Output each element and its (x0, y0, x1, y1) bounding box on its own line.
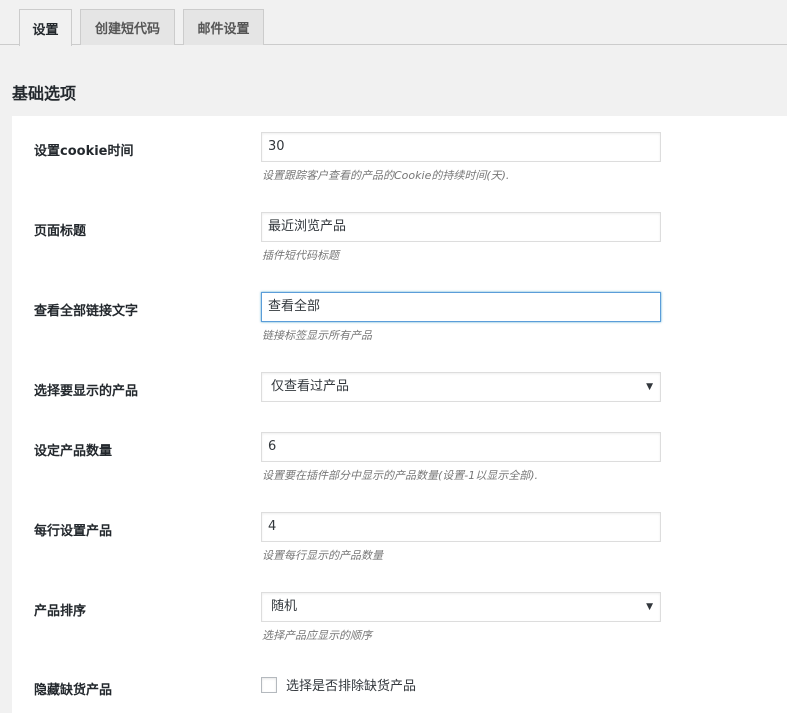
cookie-time-description: 设置跟踪客户查看的产品的Cookie的持续时间(天). (262, 169, 510, 182)
product-count-description: 设置要在插件部分中显示的产品数量(设置-1以显示全部). (262, 469, 539, 482)
products-per-row-label: 每行设置产品 (34, 524, 113, 539)
page-title-label: 页面标题 (34, 224, 87, 239)
hide-out-of-stock-checkbox[interactable] (261, 676, 277, 693)
section-title: 基础选项 (12, 84, 77, 103)
cookie-time-label: 设置cookie时间 (34, 144, 134, 159)
products-to-show-select[interactable]: 仅查看过产品 ▼ (261, 372, 661, 402)
products-per-row-description: 设置每行显示的产品数量 (262, 549, 383, 562)
products-per-row-input[interactable]: 4 (261, 512, 661, 542)
caret-down-icon: ▼ (646, 382, 653, 392)
product-count-input[interactable]: 6 (261, 432, 661, 462)
product-order-description: 选择产品应显示的顺序 (262, 629, 372, 642)
page-title-description: 插件短代码标题 (262, 249, 339, 262)
tab-create-shortcode[interactable]: 创建短代码 (80, 9, 175, 45)
product-count-label: 设定产品数量 (34, 444, 113, 459)
view-all-text-input[interactable]: 查看全部 (261, 292, 661, 322)
cookie-time-input[interactable]: 30 (261, 132, 661, 162)
product-order-selected: 随机 (271, 599, 298, 614)
tab-bar: 设置 创建短代码 邮件设置 (0, 0, 787, 46)
page-title-input[interactable]: 最近浏览产品 (261, 212, 661, 242)
tab-settings[interactable]: 设置 (19, 9, 72, 46)
caret-down-icon: ▼ (646, 602, 653, 612)
products-to-show-selected: 仅查看过产品 (271, 379, 350, 394)
hide-out-of-stock-option: 选择是否排除缺货产品 (261, 675, 416, 694)
view-all-text-description: 链接标签显示所有产品 (262, 329, 372, 342)
tab-email-settings[interactable]: 邮件设置 (183, 9, 264, 45)
products-to-show-label: 选择要显示的产品 (34, 384, 139, 399)
product-order-label: 产品排序 (34, 604, 87, 619)
settings-panel: 设置cookie时间 30 设置跟踪客户查看的产品的Cookie的持续时间(天)… (12, 116, 787, 713)
hide-out-of-stock-checkbox-label[interactable]: 选择是否排除缺货产品 (286, 675, 416, 694)
hide-out-of-stock-label: 隐藏缺货产品 (34, 683, 113, 698)
product-order-select[interactable]: 随机 ▼ (261, 592, 661, 622)
view-all-text-label: 查看全部链接文字 (34, 304, 139, 319)
